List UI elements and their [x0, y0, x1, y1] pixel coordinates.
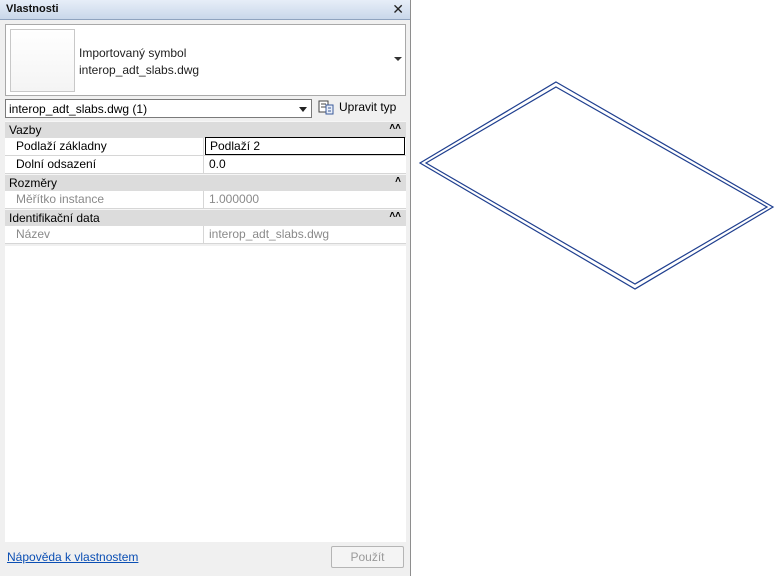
help-link[interactable]: Nápověda k vlastnostem — [7, 550, 138, 564]
panel-title: Vlastnosti — [6, 3, 59, 15]
property-name: Název — [5, 226, 204, 243]
type-category: Importovaný symbol — [79, 46, 187, 60]
group-label: Identifikační data — [9, 211, 100, 225]
group-label: Vazby — [9, 123, 42, 137]
properties-grid: Vazby ˄˄ Podlaží základny Podlaží 2 Doln… — [5, 121, 406, 244]
type-selector[interactable]: Importovaný symbol interop_adt_slabs.dwg — [5, 24, 406, 96]
group-header-identifikacni-data[interactable]: Identifikační data ˄˄ — [5, 209, 406, 226]
type-preview-image — [10, 29, 75, 92]
properties-panel: Vlastnosti ✕ Importovaný symbol interop_… — [0, 0, 411, 576]
edit-type-label: Upravit typ — [339, 100, 397, 114]
property-name: Podlaží základny — [5, 138, 204, 155]
collapse-icon[interactable]: ˄˄ — [389, 210, 401, 221]
slab-outline-inner — [424, 86, 769, 285]
property-name: Dolní odsazení — [5, 156, 204, 173]
collapse-icon[interactable]: ˄ — [395, 175, 401, 186]
property-row[interactable]: Dolní odsazení 0.0 — [5, 156, 406, 174]
property-value: interop_adt_slabs.dwg — [209, 227, 330, 241]
property-value-input[interactable]: Podlaží 2 — [205, 137, 405, 155]
instance-filter-value: interop_adt_slabs.dwg (1) — [9, 102, 148, 116]
panel-titlebar[interactable]: Vlastnosti ✕ — [0, 0, 410, 20]
property-row: Měřítko instance 1.000000 — [5, 191, 406, 209]
slab-drawing — [418, 81, 775, 290]
property-value: 1.000000 — [209, 192, 260, 206]
chevron-down-icon[interactable] — [394, 57, 402, 61]
properties-grid-empty-area — [5, 246, 406, 542]
instance-filter-dropdown[interactable]: interop_adt_slabs.dwg (1) — [5, 99, 312, 118]
apply-button[interactable]: Použít — [331, 546, 404, 568]
drawing-viewport[interactable] — [412, 0, 779, 576]
slab-outline-outer[interactable] — [418, 81, 775, 290]
collapse-icon[interactable]: ˄˄ — [389, 122, 401, 133]
edit-type-icon — [318, 100, 334, 115]
dropdown-arrow-icon[interactable] — [299, 107, 307, 112]
type-name: interop_adt_slabs.dwg — [79, 63, 200, 77]
edit-type-button[interactable]: Upravit typ — [317, 98, 405, 118]
property-name: Měřítko instance — [5, 191, 204, 208]
group-header-vazby[interactable]: Vazby ˄˄ — [5, 121, 406, 138]
group-header-rozmery[interactable]: Rozměry ˄ — [5, 174, 406, 191]
group-label: Rozměry — [9, 176, 58, 190]
property-value-input[interactable]: 0.0 — [205, 156, 405, 173]
property-row: Název interop_adt_slabs.dwg — [5, 226, 406, 244]
close-icon[interactable]: ✕ — [392, 1, 404, 17]
property-row[interactable]: Podlaží základny Podlaží 2 — [5, 137, 406, 156]
